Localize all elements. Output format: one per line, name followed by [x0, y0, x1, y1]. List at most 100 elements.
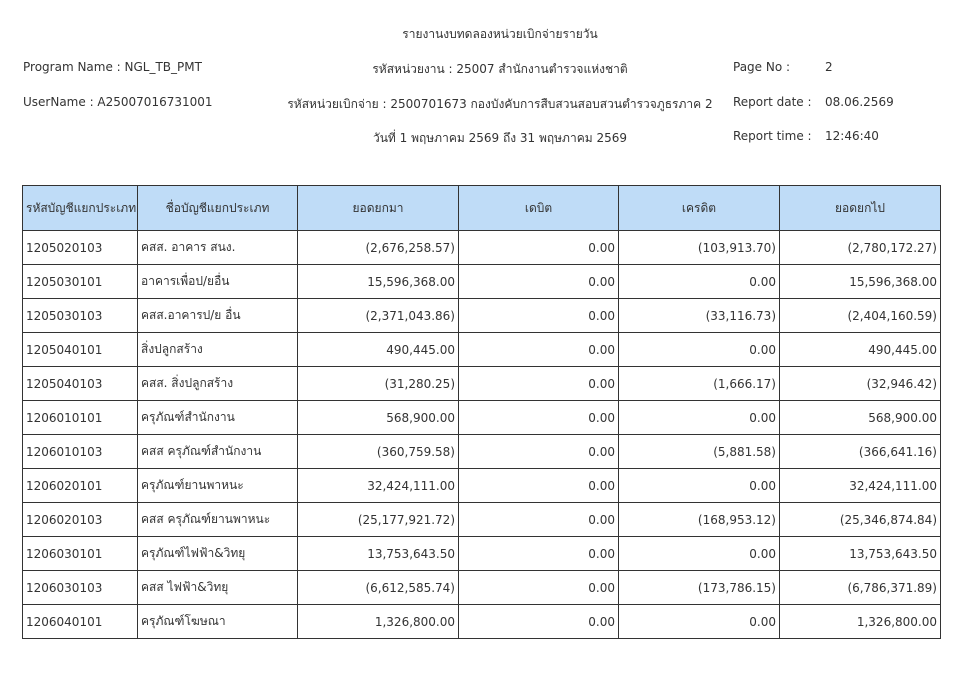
credit-cell: 0.00 — [618, 536, 780, 571]
debit-cell: 0.00 — [458, 536, 619, 571]
account-code-cell: 1205030101 — [22, 264, 138, 299]
balance-forward-cell: 490,445.00 — [297, 332, 459, 367]
report-date-label: Report date : — [733, 95, 812, 109]
balance-forward-cell: 13,753,643.50 — [297, 536, 459, 571]
credit-cell: (33,116.73) — [618, 298, 780, 333]
table-row: 1206010103 คสส ครุภัณฑ์สำนักงาน (360,759.5… — [22, 434, 941, 469]
account-name-cell: คสส ครุภัณฑ์ยานพาหนะ — [137, 502, 298, 537]
debit-cell: 0.00 — [458, 434, 619, 469]
balance-forward-cell: 568,900.00 — [297, 400, 459, 435]
report-time-label: Report time : — [733, 129, 812, 143]
balance-carried-cell: 490,445.00 — [779, 332, 941, 367]
header-credit: เครดิต — [618, 185, 780, 231]
balance-carried-cell: (2,780,172.27) — [779, 230, 941, 265]
credit-cell: 0.00 — [618, 604, 780, 639]
table-row: 1206020101 ครุภัณฑ์ยานพาหนะ 32,424,111.00 0… — [22, 468, 941, 503]
account-code-cell: 1206040101 — [22, 604, 138, 639]
balance-forward-cell: 32,424,111.00 — [297, 468, 459, 503]
balance-carried-cell: (366,641.16) — [779, 434, 941, 469]
debit-cell: 0.00 — [458, 230, 619, 265]
balance-forward-cell: 1,326,800.00 — [297, 604, 459, 639]
balance-forward-cell: (360,759.58) — [297, 434, 459, 469]
account-code-cell: 1206020101 — [22, 468, 138, 503]
account-code-cell: 1206010103 — [22, 434, 138, 469]
account-name-cell: อาคารเพื่อป/ยอื่น — [137, 264, 298, 299]
credit-cell: (168,953.12) — [618, 502, 780, 537]
credit-cell: (1,666.17) — [618, 366, 780, 401]
balance-carried-cell: 13,753,643.50 — [779, 536, 941, 571]
credit-cell: (173,786.15) — [618, 570, 780, 605]
balance-forward-cell: (6,612,585.74) — [297, 570, 459, 605]
balance-forward-cell: 15,596,368.00 — [297, 264, 459, 299]
balance-carried-cell: (6,786,371.89) — [779, 570, 941, 605]
debit-cell: 0.00 — [458, 468, 619, 503]
account-name-cell: คสส. สิ่งปลูกสร้าง — [137, 366, 298, 401]
table-body: 1205020103 คสส. อาคาร สนง. (2,676,258.57) 0… — [22, 230, 941, 639]
table-row: 1205020103 คสส. อาคาร สนง. (2,676,258.57) 0… — [22, 230, 941, 265]
credit-cell: 0.00 — [618, 468, 780, 503]
balance-carried-cell: 1,326,800.00 — [779, 604, 941, 639]
trial-balance-table: รหัสบัญชีแยกประเภท ชื่อบัญชีแยกประเภท ยอ… — [22, 185, 941, 639]
header-debit: เดบิต — [458, 185, 619, 231]
table-header-row: รหัสบัญชีแยกประเภท ชื่อบัญชีแยกประเภท ยอ… — [22, 185, 941, 231]
report-period: วันที่ 1 พฤษภาคม 2569 ถึง 31 พฤษภาคม 256… — [372, 131, 627, 145]
balance-forward-cell: (2,676,258.57) — [297, 230, 459, 265]
account-name-cell: สิ่งปลูกสร้าง — [137, 332, 298, 367]
account-code-cell: 1206020103 — [22, 502, 138, 537]
account-code-cell: 1205020103 — [22, 230, 138, 265]
balance-carried-cell: 568,900.00 — [779, 400, 941, 435]
balance-carried-cell: (32,946.42) — [779, 366, 941, 401]
account-code-cell: 1206010101 — [22, 400, 138, 435]
account-code-cell: 1205030103 — [22, 298, 138, 333]
account-name-cell: คสส ไฟฟ้า&วิทยุ — [137, 570, 298, 605]
table-row: 1206030101 ครุภัณฑ์ไฟฟ้า&วิทยุ 13,753,643.… — [22, 536, 941, 571]
program-name: Program Name : NGL_TB_PMT — [23, 60, 202, 74]
table-row: 1206030103 คสส ไฟฟ้า&วิทยุ (6,612,585.74) 0… — [22, 570, 941, 605]
account-name-cell: คสส. อาคาร สนง. — [137, 230, 298, 265]
balance-carried-cell: 32,424,111.00 — [779, 468, 941, 503]
page-no-label: Page No : — [733, 60, 791, 74]
header-account-name: ชื่อบัญชีแยกประเภท — [137, 185, 298, 231]
account-name-cell: ครุภัณฑ์ไฟฟ้า&วิทยุ — [137, 536, 298, 571]
table-row: 1206020103 คสส ครุภัณฑ์ยานพาหนะ (25,177,92… — [22, 502, 941, 537]
debit-cell: 0.00 — [458, 604, 619, 639]
debit-cell: 0.00 — [458, 502, 619, 537]
table-row: 1205040101 สิ่งปลูกสร้าง 490,445.00 0.00 0.0… — [22, 332, 941, 367]
balance-carried-cell: 15,596,368.00 — [779, 264, 941, 299]
account-code-cell: 1206030101 — [22, 536, 138, 571]
account-code-cell: 1205040103 — [22, 366, 138, 401]
header-balance-carried: ยอดยกไป — [779, 185, 941, 231]
table-row: 1205040103 คสส. สิ่งปลูกสร้าง (31,280.25) 0… — [22, 366, 941, 401]
header-balance-forward: ยอดยกมา — [297, 185, 459, 231]
debit-cell: 0.00 — [458, 264, 619, 299]
credit-cell: (103,913.70) — [618, 230, 780, 265]
balance-forward-cell: (2,371,043.86) — [297, 298, 459, 333]
table-row: 1205030101 อาคารเพื่อป/ยอื่น 15,596,368.00… — [22, 264, 941, 299]
disbursement-unit: รหัสหน่วยเบิกจ่าย : 2500701673 กองบังคับ… — [287, 97, 713, 111]
account-name-cell: คสส.อาคารป/ย อื่น — [137, 298, 298, 333]
header-account-code: รหัสบัญชีแยกประเภท — [22, 185, 138, 231]
debit-cell: 0.00 — [458, 570, 619, 605]
agency-code: รหัสหน่วยงาน : 25007 สำนักงานตำรวจแห่งชา… — [372, 62, 628, 76]
account-code-cell: 1206030103 — [22, 570, 138, 605]
credit-cell: 0.00 — [618, 332, 780, 367]
debit-cell: 0.00 — [458, 332, 619, 367]
debit-cell: 0.00 — [458, 366, 619, 401]
report-date-value: 08.06.2569 — [825, 95, 894, 109]
debit-cell: 0.00 — [458, 400, 619, 435]
credit-cell: (5,881.58) — [618, 434, 780, 469]
report-title: รายงานงบทดลองหน่วยเบิกจ่ายรายวัน — [402, 27, 598, 41]
balance-forward-cell: (25,177,921.72) — [297, 502, 459, 537]
account-code-cell: 1205040101 — [22, 332, 138, 367]
account-name-cell: ครุภัณฑ์โฆษณา — [137, 604, 298, 639]
debit-cell: 0.00 — [458, 298, 619, 333]
credit-cell: 0.00 — [618, 264, 780, 299]
credit-cell: 0.00 — [618, 400, 780, 435]
balance-carried-cell: (25,346,874.84) — [779, 502, 941, 537]
table-row: 1206010101 ครุภัณฑ์สำนักงาน 568,900.00 0.00… — [22, 400, 941, 435]
balance-carried-cell: (2,404,160.59) — [779, 298, 941, 333]
page-no-value: 2 — [825, 60, 833, 74]
table-row: 1206040101 ครุภัณฑ์โฆษณา 1,326,800.00 0.00 0… — [22, 604, 941, 639]
account-name-cell: คสส ครุภัณฑ์สำนักงาน — [137, 434, 298, 469]
user-name: UserName : A25007016731001 — [23, 95, 213, 109]
